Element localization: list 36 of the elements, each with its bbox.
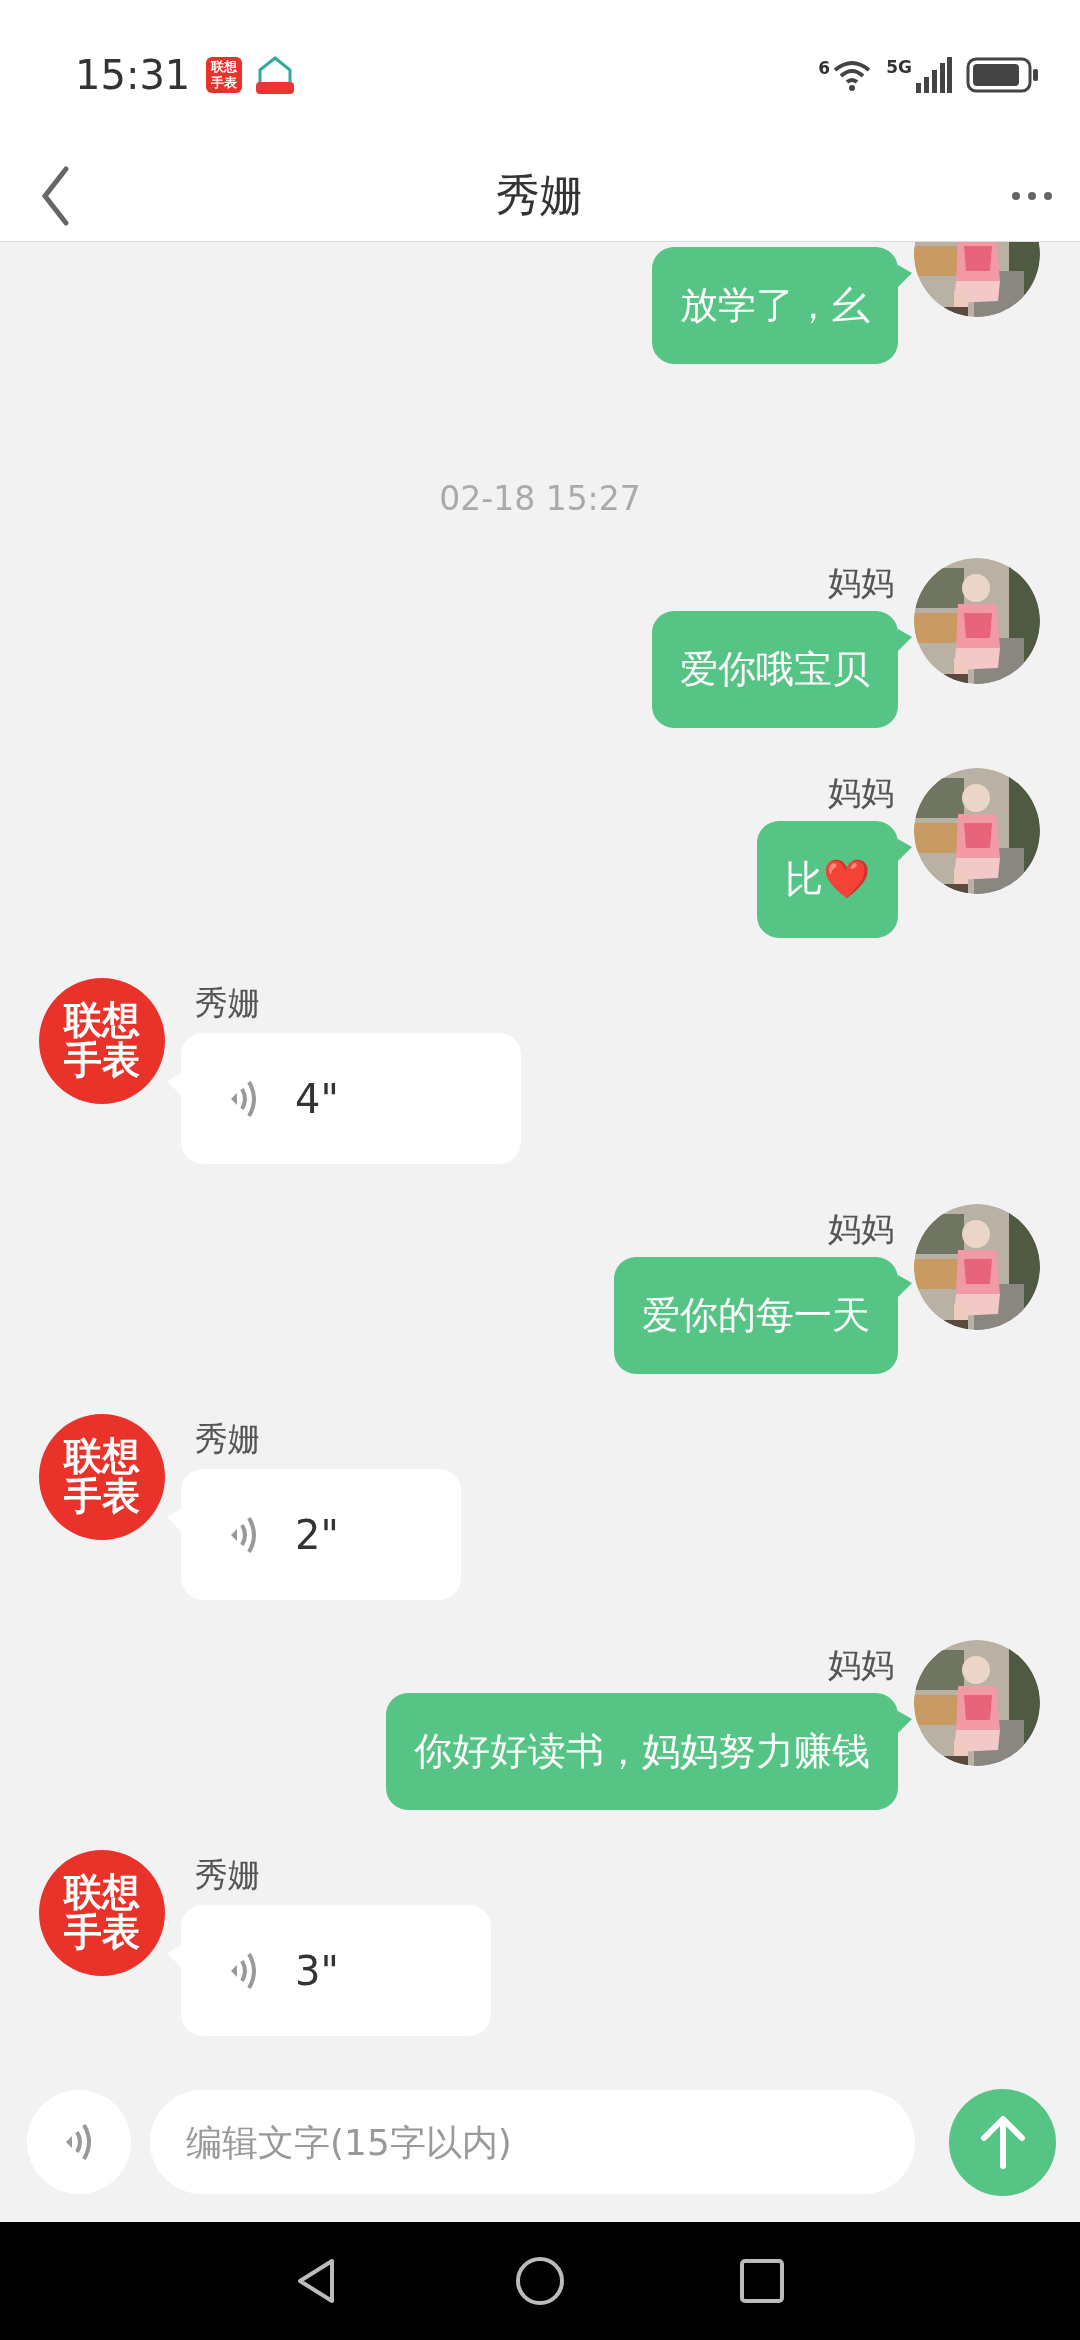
sender-name: 秀姗 — [195, 982, 261, 1024]
battery-icon — [966, 57, 1040, 93]
voice-duration: 2" — [295, 1511, 339, 1558]
message-input[interactable]: 编辑文字(15字以内) — [150, 2090, 915, 2194]
more-icon[interactable] — [1010, 189, 1054, 202]
wifi-icon — [832, 58, 873, 92]
avatar[interactable]: 联想手表 — [39, 1414, 165, 1540]
voice-icon — [64, 2121, 94, 2163]
sender-name: 秀姗 — [195, 1418, 261, 1460]
house-icon — [254, 54, 297, 96]
network-label: 5G — [886, 57, 912, 77]
sender-name: 妈妈 — [828, 772, 894, 814]
signal-icon — [914, 57, 952, 93]
home-nav-icon[interactable] — [514, 2255, 566, 2307]
message-bubble[interactable]: 爱你的每一天 — [614, 1257, 912, 1374]
voice-message[interactable]: 4" — [167, 1033, 521, 1164]
message-bubble[interactable]: 放学了，幺 — [652, 247, 912, 364]
sender-name: 妈妈 — [828, 1208, 894, 1250]
chat-title: 秀姗 — [496, 169, 584, 220]
message-bubble[interactable]: 比❤ — [757, 821, 912, 938]
app-notification-icon: 联想手表 — [206, 57, 243, 93]
sender-name: 妈妈 — [828, 1644, 894, 1686]
sender-name: 妈妈 — [828, 562, 894, 604]
avatar[interactable]: 联想手表 — [39, 978, 165, 1104]
voice-duration: 3" — [295, 1947, 339, 1994]
message-bubble[interactable]: 爱你哦宝贝 — [652, 611, 912, 728]
sender-name: 秀姗 — [195, 1854, 261, 1896]
voice-duration: 4" — [295, 1075, 339, 1122]
wifi-label: 6 — [818, 58, 831, 78]
back-icon[interactable] — [40, 164, 70, 227]
status-time: 15:31 — [75, 52, 191, 98]
message-bubble[interactable]: 你好好读书，妈妈努力赚钱 — [386, 1693, 912, 1810]
avatar[interactable]: 联想手表 — [39, 1850, 165, 1976]
voice-message[interactable]: 3" — [167, 1905, 491, 2036]
voice-message[interactable]: 2" — [167, 1469, 461, 1600]
timestamp: 02-18 15:27 — [439, 479, 641, 518]
